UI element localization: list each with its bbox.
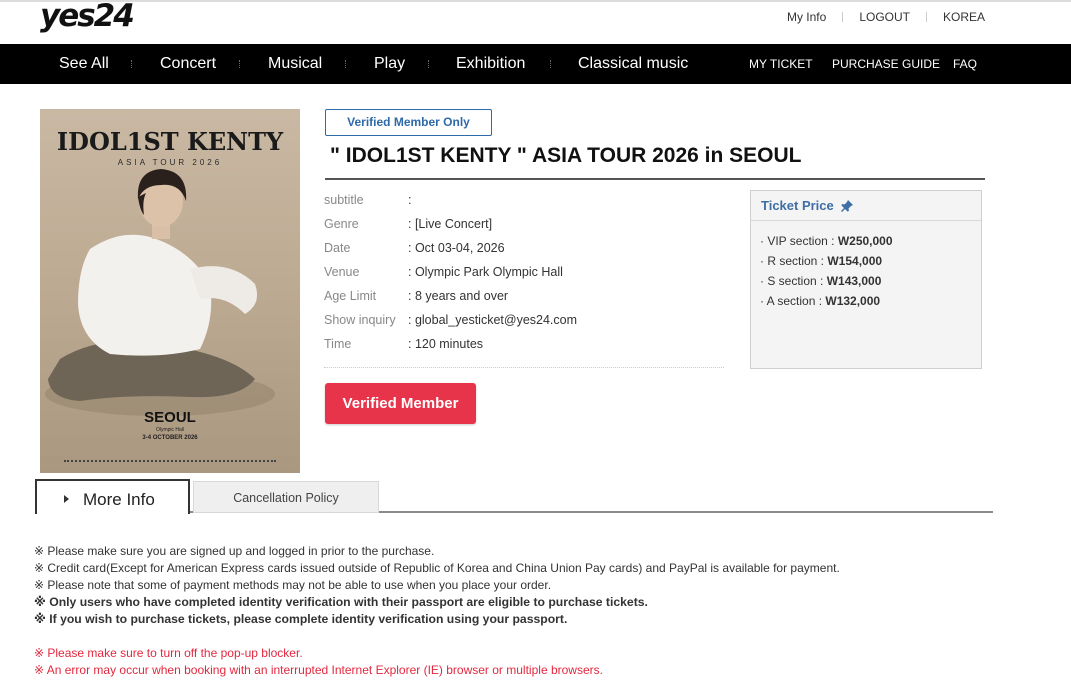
price-row-s: · S section : W143,000 (760, 271, 881, 291)
info-label: Show inquiry (324, 313, 396, 327)
price-label: · A section : (760, 294, 826, 308)
nav-my-ticket[interactable]: MY TICKET (749, 44, 813, 84)
price-value: W143,000 (826, 274, 882, 288)
divider (925, 12, 927, 22)
info-value: : Oct 03-04, 2026 (408, 241, 505, 255)
nav-concert[interactable]: Concert (160, 44, 216, 84)
event-poster: IDOL1ST KENTY ASIA TOUR 2026 SEOUL Olymp… (40, 109, 300, 473)
logout-link[interactable]: LOGOUT (859, 10, 910, 24)
event-title: " IDOL1ST KENTY " ASIA TOUR 2026 in SEOU… (330, 144, 802, 167)
poster-sponsor-strip (64, 460, 276, 463)
notice-line: ※ Please note that some of payment metho… (34, 578, 552, 592)
poster-dates: 3-4 OCTOBER 2026 (142, 435, 198, 441)
top-utility-bar: yes24 My Info LOGOUT KOREA (0, 0, 1071, 44)
pin-icon (840, 199, 853, 212)
notice-line-bold: ※ Only users who have completed identity… (34, 595, 648, 609)
price-value: W132,000 (825, 294, 881, 308)
notice-line: ※ Credit card(Except for American Expres… (34, 561, 840, 575)
poster-hall: Olympic Hall (155, 427, 185, 433)
utility-links: My Info LOGOUT KOREA (787, 10, 985, 24)
title-divider (325, 178, 985, 180)
nav-musical[interactable]: Musical (268, 44, 322, 84)
info-value: : Olympic Park Olympic Hall (408, 265, 563, 279)
notice-line: ※ Please make sure you are signed up and… (34, 544, 435, 558)
nav-see-all[interactable]: See All (59, 44, 109, 84)
poster-subtitle: ASIA TOUR 2026 (117, 158, 223, 167)
notice-line-warning: ※ An error may occur when booking with a… (34, 663, 603, 677)
price-label: · S section : (760, 274, 827, 288)
info-value: : (408, 193, 412, 207)
nav-divider (345, 60, 346, 68)
poster-city: SEOUL (144, 409, 196, 426)
ticket-price-header: Ticket Price (751, 191, 981, 221)
tab-cancellation-policy[interactable]: Cancellation Policy (193, 481, 379, 513)
nav-purchase-guide[interactable]: PURCHASE GUIDE (832, 44, 940, 84)
nav-classical-music[interactable]: Classical music (578, 44, 688, 84)
language-link[interactable]: KOREA (943, 10, 985, 24)
nav-divider (239, 60, 240, 68)
notice-line-warning: ※ Please make sure to turn off the pop-u… (34, 646, 303, 660)
price-value: W250,000 (837, 234, 893, 248)
tab-more-info[interactable]: More Info (35, 479, 190, 514)
caret-right-icon (64, 495, 69, 503)
nav-divider (131, 60, 132, 68)
info-divider (324, 367, 724, 368)
tab-label: More Info (83, 490, 155, 509)
info-label: subtitle (324, 193, 364, 207)
nav-play[interactable]: Play (374, 44, 405, 84)
info-value: : [Live Concert] (408, 217, 493, 231)
nav-divider (428, 60, 429, 68)
price-row-r: · R section : W154,000 (760, 251, 882, 271)
info-value: : 8 years and over (408, 289, 509, 303)
info-label: Venue (324, 265, 360, 279)
info-value: : 120 minutes (408, 337, 484, 351)
price-row-a: · A section : W132,000 (760, 291, 880, 311)
info-label: Genre (324, 217, 359, 231)
price-label: · R section : (760, 254, 828, 268)
poster-title: IDOL1ST KENTY (56, 127, 284, 156)
info-label: Date (324, 241, 351, 255)
info-label: Time (324, 337, 352, 351)
main-nav: See All Concert Musical Play Exhibition … (0, 44, 1071, 84)
info-label: Age Limit (324, 289, 377, 303)
verified-member-only-badge: Verified Member Only (325, 109, 492, 136)
price-value: W154,000 (827, 254, 883, 268)
info-value: : global_yesticket@yes24.com (408, 313, 578, 327)
my-info-link[interactable]: My Info (787, 10, 826, 24)
nav-exhibition[interactable]: Exhibition (456, 44, 525, 84)
notice-line-bold: ※ If you wish to purchase tickets, pleas… (34, 612, 568, 626)
price-label: · VIP section : (760, 234, 838, 248)
nav-divider (550, 60, 551, 68)
yes24-logo[interactable]: yes24 (40, 0, 135, 34)
price-row-vip: · VIP section : W250,000 (760, 231, 893, 251)
ticket-price-box: Ticket Price · VIP section : W250,000 · … (750, 190, 982, 369)
verified-member-button[interactable]: Verified Member (325, 383, 476, 424)
nav-faq[interactable]: FAQ (953, 44, 977, 84)
divider (842, 12, 844, 22)
ticket-price-heading: Ticket Price (761, 197, 834, 213)
